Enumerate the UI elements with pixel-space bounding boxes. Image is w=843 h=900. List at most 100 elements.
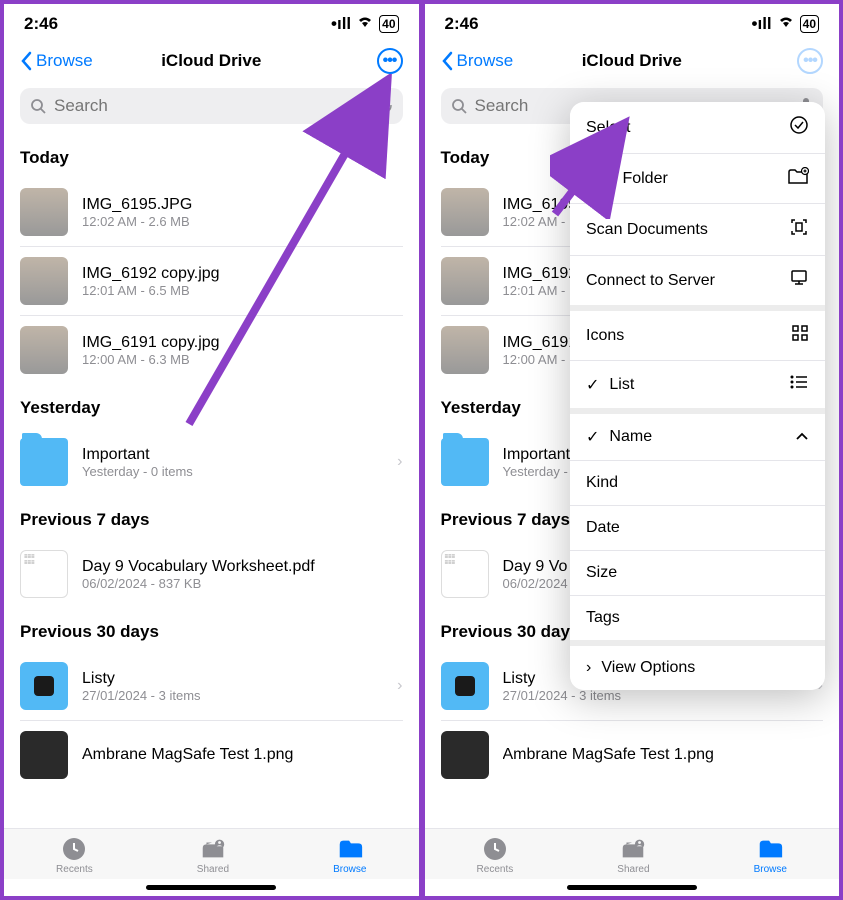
status-bar: 2:46 •ıll 40 [425, 4, 840, 40]
file-meta: 06/02/2024 - 837 KB [82, 576, 403, 591]
home-indicator[interactable] [567, 885, 697, 890]
more-button[interactable]: ••• [797, 48, 823, 74]
tab-recents[interactable]: Recents [477, 837, 514, 875]
status-time: 2:46 [445, 14, 479, 34]
chevron-left-icon [20, 51, 32, 71]
folder-icon [20, 662, 68, 710]
file-info: Day 9 Vocabulary Worksheet.pdf06/02/2024… [82, 558, 403, 591]
file-name: Listy [82, 670, 383, 688]
phone-left: 2:46 •ıll 40 Browse iCloud Drive ••• Tod… [4, 4, 419, 896]
mic-icon[interactable] [379, 97, 393, 115]
search-bar[interactable] [20, 88, 403, 124]
menu-item-label: Icons [586, 327, 624, 345]
section-header: Today [20, 148, 403, 168]
more-button[interactable]: ••• [377, 48, 403, 74]
menu-item-label: Name [609, 428, 652, 446]
section-header: Yesterday [20, 398, 403, 418]
menu-item-scan-documents[interactable]: Scan Documents [570, 204, 825, 256]
file-row[interactable]: IMG_6191 copy.jpg12:00 AM - 6.3 MB [20, 316, 403, 384]
image-thumbnail [441, 257, 489, 305]
file-row[interactable]: IMG_6192 copy.jpg12:01 AM - 6.5 MB [20, 247, 403, 316]
file-name: Important [82, 446, 383, 464]
file-meta: 12:01 AM - 6.5 MB [82, 283, 403, 298]
image-thumbnail [441, 188, 489, 236]
search-icon [30, 98, 46, 114]
menu-item-select[interactable]: Select [570, 102, 825, 154]
back-button[interactable]: Browse [441, 51, 514, 71]
menu-item-name[interactable]: ✓ Name [570, 414, 825, 461]
cellular-icon: •ıll [752, 14, 772, 34]
menu-item-date[interactable]: Date [570, 506, 825, 551]
menu-item-list[interactable]: ✓List [570, 361, 825, 414]
back-button[interactable]: Browse [20, 51, 93, 71]
phone-right: 2:46 •ıll 40 Browse iCloud Drive ••• Tod… [425, 4, 840, 896]
file-name: Ambrane MagSafe Test 1.png [82, 746, 403, 764]
menu-item-view-options[interactable]: ›View Options [570, 646, 825, 690]
image-thumbnail [20, 326, 68, 374]
chevron-right-icon: › [586, 659, 591, 677]
tab-shared[interactable]: Shared [197, 837, 229, 875]
tab-shared[interactable]: Shared [617, 837, 649, 875]
tab-browse[interactable]: Browse [754, 837, 787, 875]
file-row[interactable]: Ambrane MagSafe Test 1.png [441, 721, 824, 789]
file-meta: Yesterday - 0 items [82, 464, 383, 479]
menu-item-label: Select [586, 119, 630, 137]
tab-browse[interactable]: Browse [333, 837, 366, 875]
menu-item-label: Kind [586, 474, 618, 492]
file-info: Listy27/01/2024 - 3 items [82, 670, 383, 703]
menu-item-connect-to-server[interactable]: Connect to Server [570, 256, 825, 311]
file-row[interactable]: Listy27/01/2024 - 3 items› [20, 652, 403, 721]
section-header: Previous 7 days [20, 510, 403, 530]
folder-icon [756, 837, 784, 861]
battery-icon: 40 [800, 15, 819, 33]
home-indicator[interactable] [146, 885, 276, 890]
file-name: IMG_6192 copy.jpg [82, 265, 403, 283]
menu-item-kind[interactable]: Kind [570, 461, 825, 506]
shared-icon [619, 837, 647, 861]
image-thumbnail [20, 731, 68, 779]
file-list[interactable]: Today IMG_6195.JPG12:02 AM - 2.6 MB IMG_61… [4, 134, 419, 828]
file-info: ImportantYesterday - 0 items [82, 446, 383, 479]
menu-item-label: Tags [586, 609, 620, 627]
page-title: iCloud Drive [582, 51, 682, 71]
status-icons: •ıll 40 [752, 14, 819, 34]
file-meta: 27/01/2024 - 3 items [82, 688, 383, 703]
image-thumbnail [441, 731, 489, 779]
menu-item-tags[interactable]: Tags [570, 596, 825, 646]
menu-item-label: Scan Documents [586, 221, 708, 239]
file-row[interactable]: ≡≡≡≡≡≡ Day 9 Vocabulary Worksheet.pdf06/0… [20, 540, 403, 608]
file-info: IMG_6195.JPG12:02 AM - 2.6 MB [82, 196, 403, 229]
nav-bar: Browse iCloud Drive ••• [4, 40, 419, 82]
section-header: Previous 30 days [20, 622, 403, 642]
menu-item-label: Date [586, 519, 620, 537]
status-bar: 2:46 •ıll 40 [4, 4, 419, 40]
check-circle-icon [789, 115, 809, 140]
server-icon [789, 269, 809, 292]
menu-item-new-folder[interactable]: New Folder [570, 154, 825, 204]
file-name: IMG_6191 copy.jpg [82, 334, 403, 352]
wifi-icon [777, 14, 795, 34]
file-row[interactable]: IMG_6195.JPG12:02 AM - 2.6 MB [20, 178, 403, 247]
menu-item-icons[interactable]: Icons [570, 311, 825, 361]
pdf-thumbnail: ≡≡≡≡≡≡ [441, 550, 489, 598]
wifi-icon [356, 14, 374, 34]
file-row[interactable]: ImportantYesterday - 0 items› [20, 428, 403, 496]
check-icon: ✓ [586, 427, 599, 447]
file-name: Day 9 Vocabulary Worksheet.pdf [82, 558, 403, 576]
page-title: iCloud Drive [161, 51, 261, 71]
menu-item-label: Connect to Server [586, 272, 715, 290]
menu-item-size[interactable]: Size [570, 551, 825, 596]
tab-label: Browse [754, 864, 787, 875]
pdf-thumbnail: ≡≡≡≡≡≡ [20, 550, 68, 598]
file-info: Ambrane MagSafe Test 1.png [82, 746, 403, 764]
tab-recents[interactable]: Recents [56, 837, 93, 875]
tab-label: Recents [477, 864, 514, 875]
tab-bar: Recents Shared Browse [425, 828, 840, 879]
file-row[interactable]: Ambrane MagSafe Test 1.png [20, 721, 403, 789]
search-input[interactable] [54, 96, 371, 116]
menu-item-label: Size [586, 564, 617, 582]
back-label: Browse [36, 51, 93, 71]
image-thumbnail [20, 257, 68, 305]
tab-label: Shared [617, 864, 649, 875]
context-menu: Select New Folder Scan Documents Connect to… [570, 102, 825, 690]
